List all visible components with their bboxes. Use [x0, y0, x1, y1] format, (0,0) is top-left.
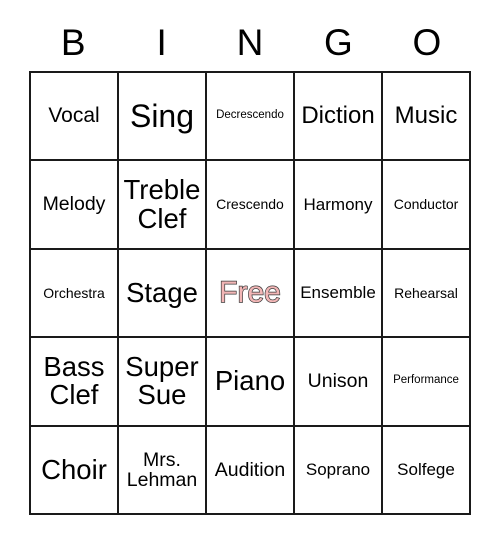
- bingo-grid: Vocal Sing Decrescendo Diction Music Mel…: [29, 71, 471, 515]
- bingo-cell[interactable]: Decrescendo: [207, 73, 295, 162]
- bingo-cell[interactable]: Harmony: [295, 161, 383, 250]
- bingo-cell[interactable]: Rehearsal: [383, 249, 471, 339]
- bingo-cell[interactable]: Solfege: [383, 426, 471, 515]
- bingo-cell-label: Decrescendo: [216, 109, 284, 122]
- bingo-cell-label: Sing: [129, 97, 195, 134]
- header-letter-b: B: [60, 22, 86, 63]
- bingo-cell-label: Bass Clef: [43, 350, 105, 411]
- bingo-cell-label: Ensemble: [300, 283, 376, 303]
- header-letter-g: G: [324, 22, 353, 63]
- bingo-cell[interactable]: Diction: [295, 73, 383, 162]
- bingo-cell-label: Melody: [42, 193, 106, 216]
- bingo-cell[interactable]: Bass Clef: [31, 338, 119, 427]
- bingo-cell[interactable]: Piano: [207, 338, 295, 427]
- bingo-cell[interactable]: Audition: [207, 426, 295, 515]
- bingo-cell-label: Rehearsal: [394, 284, 458, 301]
- bingo-free-space[interactable]: Free: [207, 249, 295, 339]
- bingo-cell-label: Super Sue: [125, 350, 199, 411]
- bingo-cell[interactable]: Music: [383, 73, 471, 162]
- bingo-cell-label: Mrs. Lehman: [126, 448, 198, 491]
- bingo-cell-label: Solfege: [397, 459, 455, 479]
- bingo-cell[interactable]: Unison: [295, 338, 383, 427]
- bingo-cell[interactable]: Ensemble: [295, 249, 383, 339]
- bingo-cell-label: Treble Clef: [123, 174, 201, 234]
- bingo-cell-label: Crescendo: [216, 196, 284, 213]
- bingo-cell[interactable]: Vocal: [31, 73, 119, 162]
- bingo-cell[interactable]: Melody: [31, 161, 119, 250]
- bingo-cell-label: Harmony: [303, 194, 373, 214]
- bingo-cell[interactable]: Conductor: [383, 161, 471, 250]
- bingo-cell-label: Unison: [307, 370, 369, 393]
- bingo-cell-label: Choir: [41, 453, 107, 485]
- header-letter-n: N: [236, 22, 264, 63]
- bingo-cell[interactable]: Sing: [119, 73, 207, 162]
- bingo-cell[interactable]: Soprano: [295, 426, 383, 515]
- bingo-cell-label: Conductor: [393, 196, 459, 213]
- bingo-cell[interactable]: Orchestra: [31, 249, 119, 339]
- bingo-cell[interactable]: Crescendo: [207, 161, 295, 250]
- bingo-cell-label: Music: [394, 101, 458, 129]
- bingo-cell[interactable]: Performance: [383, 338, 471, 427]
- bingo-cell-label: Diction: [301, 101, 375, 129]
- header-letter-o: O: [412, 22, 442, 63]
- bingo-cell[interactable]: Mrs. Lehman: [119, 426, 207, 515]
- header-letter-i: I: [156, 22, 167, 63]
- bingo-cell[interactable]: Treble Clef: [119, 161, 207, 250]
- bingo-free-space-label: Free: [218, 276, 281, 310]
- bingo-cell[interactable]: Choir: [31, 426, 119, 515]
- bingo-cell-label: Orchestra: [43, 284, 105, 301]
- bingo-cell-label: Audition: [214, 458, 286, 481]
- bingo-cell-label: Piano: [214, 365, 286, 397]
- bingo-cell[interactable]: Super Sue: [119, 338, 207, 427]
- bingo-cell-label: Stage: [126, 276, 198, 308]
- bingo-cell-label: Performance: [393, 374, 459, 387]
- bingo-cell[interactable]: Stage: [119, 249, 207, 339]
- bingo-cell-label: Soprano: [305, 459, 371, 479]
- bingo-card: B I N G O Vocal Sing Decrescendo Diction…: [0, 0, 500, 544]
- bingo-cell-label: Vocal: [48, 104, 100, 128]
- bingo-header: B I N G O: [29, 14, 471, 71]
